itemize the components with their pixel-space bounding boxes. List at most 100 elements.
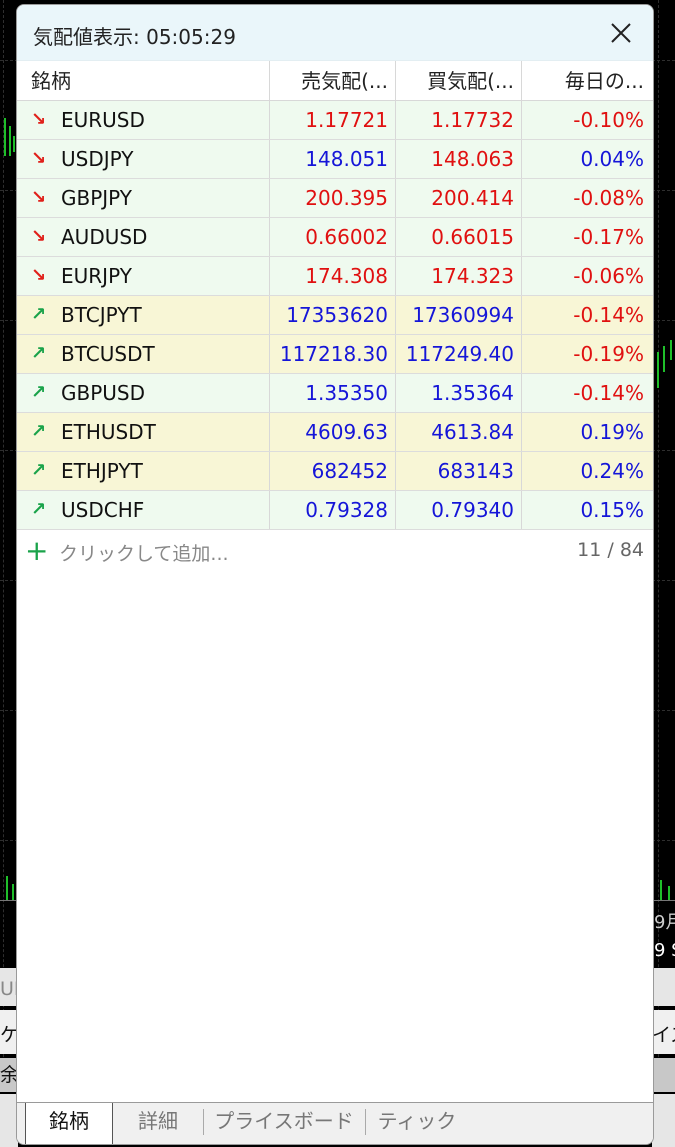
- ask-price: 17360994: [396, 296, 522, 334]
- arrow-up-icon: ↗: [31, 343, 47, 364]
- tab-ticks[interactable]: ティック: [367, 1103, 467, 1144]
- daily-change: -0.08%: [573, 186, 644, 210]
- ask-price: 117249.40: [396, 335, 522, 373]
- tab-symbols[interactable]: 銘柄: [25, 1103, 113, 1144]
- arrow-down-icon: ↘: [31, 148, 47, 169]
- arrow-up-icon: ↗: [31, 382, 47, 403]
- daily-change: 0.24%: [580, 459, 644, 483]
- symbol-name: USDJPY: [61, 147, 134, 171]
- arrow-down-icon: ↘: [31, 187, 47, 208]
- bid-price: 4609.63: [270, 413, 396, 451]
- title-bar[interactable]: 気配値表示: 05:05:29: [17, 5, 653, 61]
- chart-candle: [668, 886, 670, 900]
- symbol-name: BTCUSDT: [61, 342, 155, 366]
- chart-candle: [657, 352, 659, 388]
- close-icon: [611, 23, 631, 43]
- arrow-up-icon: ↗: [31, 460, 47, 481]
- symbol-name: EURJPY: [61, 264, 132, 288]
- table-row[interactable]: ↘ AUDUSD 0.66002 0.66015 -0.17%: [17, 218, 653, 257]
- background-text: 9 S: [654, 940, 675, 961]
- ask-price: 1.35364: [396, 374, 522, 412]
- table-row[interactable]: ↘ EURUSD 1.17721 1.17732 -0.10%: [17, 101, 653, 140]
- symbol-table: ↘ EURUSD 1.17721 1.17732 -0.10% ↘ USDJPY 1…: [17, 101, 653, 530]
- chart-candle: [4, 118, 6, 156]
- bid-price: 0.66002: [270, 218, 396, 256]
- background-chart-right: 9月 9 S イズ: [652, 0, 675, 1147]
- arrow-down-icon: ↘: [31, 226, 47, 247]
- daily-change: -0.14%: [573, 381, 644, 405]
- tab-details[interactable]: 詳細: [115, 1103, 201, 1144]
- symbol-name: GBPUSD: [61, 381, 146, 405]
- column-header-symbol[interactable]: 銘柄: [17, 61, 270, 100]
- table-header: 銘柄 売気配(... 買気配(... 毎日の...: [17, 61, 653, 101]
- arrow-down-icon: ↘: [31, 265, 47, 286]
- add-symbol-placeholder: クリックして追加...: [59, 543, 229, 565]
- chart-candle: [660, 880, 662, 900]
- chart-candle: [663, 346, 665, 372]
- bid-price: 148.051: [270, 140, 396, 178]
- window-title: 気配値表示: 05:05:29: [33, 25, 236, 49]
- chart-candle: [670, 340, 672, 360]
- ask-price: 4613.84: [396, 413, 522, 451]
- bid-price: 0.79328: [270, 491, 396, 529]
- column-header-ask[interactable]: 買気配(...: [396, 61, 522, 100]
- daily-change: -0.06%: [573, 264, 644, 288]
- daily-change: 0.15%: [580, 498, 644, 522]
- table-row[interactable]: ↗ ETHJPYT 682452 683143 0.24%: [17, 452, 653, 491]
- table-row[interactable]: ↗ BTCJPYT 17353620 17360994 -0.14%: [17, 296, 653, 335]
- table-row[interactable]: ↗ USDCHF 0.79328 0.79340 0.15%: [17, 491, 653, 530]
- ask-price: 200.414: [396, 179, 522, 217]
- symbol-count: 11 / 84: [577, 539, 644, 561]
- bid-price: 1.35350: [270, 374, 396, 412]
- tab-price-board[interactable]: プライスボード: [205, 1103, 363, 1144]
- column-header-daily-change[interactable]: 毎日の...: [522, 61, 653, 100]
- add-symbol-row[interactable]: + クリックして追加... 11 / 84: [17, 530, 653, 572]
- daily-change: -0.17%: [573, 225, 644, 249]
- background-text: 9月: [654, 912, 675, 933]
- arrow-up-icon: ↗: [31, 421, 47, 442]
- market-watch-window: 気配値表示: 05:05:29 銘柄 売気配(... 買気配(... 毎日の..…: [16, 4, 654, 1145]
- bid-price: 117218.30: [270, 335, 396, 373]
- bid-price: 17353620: [270, 296, 396, 334]
- bid-price: 200.395: [270, 179, 396, 217]
- chart-candle: [6, 876, 8, 900]
- arrow-up-icon: ↗: [31, 499, 47, 520]
- symbol-name: BTCJPYT: [61, 303, 142, 327]
- background-text: イズ: [652, 1024, 675, 1046]
- arrow-down-icon: ↘: [31, 109, 47, 130]
- ask-price: 1.17732: [396, 101, 522, 139]
- column-header-bid[interactable]: 売気配(...: [270, 61, 396, 100]
- bid-price: 682452: [270, 452, 396, 490]
- symbol-name: AUDUSD: [61, 225, 148, 249]
- daily-change: 0.19%: [580, 420, 644, 444]
- ask-price: 0.66015: [396, 218, 522, 256]
- table-row[interactable]: ↘ GBPJPY 200.395 200.414 -0.08%: [17, 179, 653, 218]
- symbol-name: ETHUSDT: [61, 420, 156, 444]
- tab-bar: 銘柄 詳細 プライスボード ティック: [17, 1102, 653, 1144]
- table-row[interactable]: ↗ BTCUSDT 117218.30 117249.40 -0.19%: [17, 335, 653, 374]
- daily-change: -0.14%: [573, 303, 644, 327]
- symbol-name: USDCHF: [61, 498, 145, 522]
- daily-change: -0.19%: [573, 342, 644, 366]
- table-row[interactable]: ↘ USDJPY 148.051 148.063 0.04%: [17, 140, 653, 179]
- symbol-name: GBPJPY: [61, 186, 133, 210]
- symbol-name: ETHJPYT: [61, 459, 143, 483]
- daily-change: -0.10%: [573, 108, 644, 132]
- chart-candle: [13, 136, 15, 152]
- symbol-name: EURUSD: [61, 108, 145, 132]
- table-row[interactable]: ↗ GBPUSD 1.35350 1.35364 -0.14%: [17, 374, 653, 413]
- bid-price: 174.308: [270, 257, 396, 295]
- chart-candle: [9, 126, 11, 156]
- ask-price: 148.063: [396, 140, 522, 178]
- ask-price: 0.79340: [396, 491, 522, 529]
- chart-candle: [12, 884, 14, 900]
- bid-price: 1.17721: [270, 101, 396, 139]
- table-row[interactable]: ↘ EURJPY 174.308 174.323 -0.06%: [17, 257, 653, 296]
- ask-price: 683143: [396, 452, 522, 490]
- plus-icon: +: [25, 534, 49, 567]
- ask-price: 174.323: [396, 257, 522, 295]
- close-button[interactable]: [603, 15, 639, 51]
- daily-change: 0.04%: [580, 147, 644, 171]
- arrow-up-icon: ↗: [31, 304, 47, 325]
- table-row[interactable]: ↗ ETHUSDT 4609.63 4613.84 0.19%: [17, 413, 653, 452]
